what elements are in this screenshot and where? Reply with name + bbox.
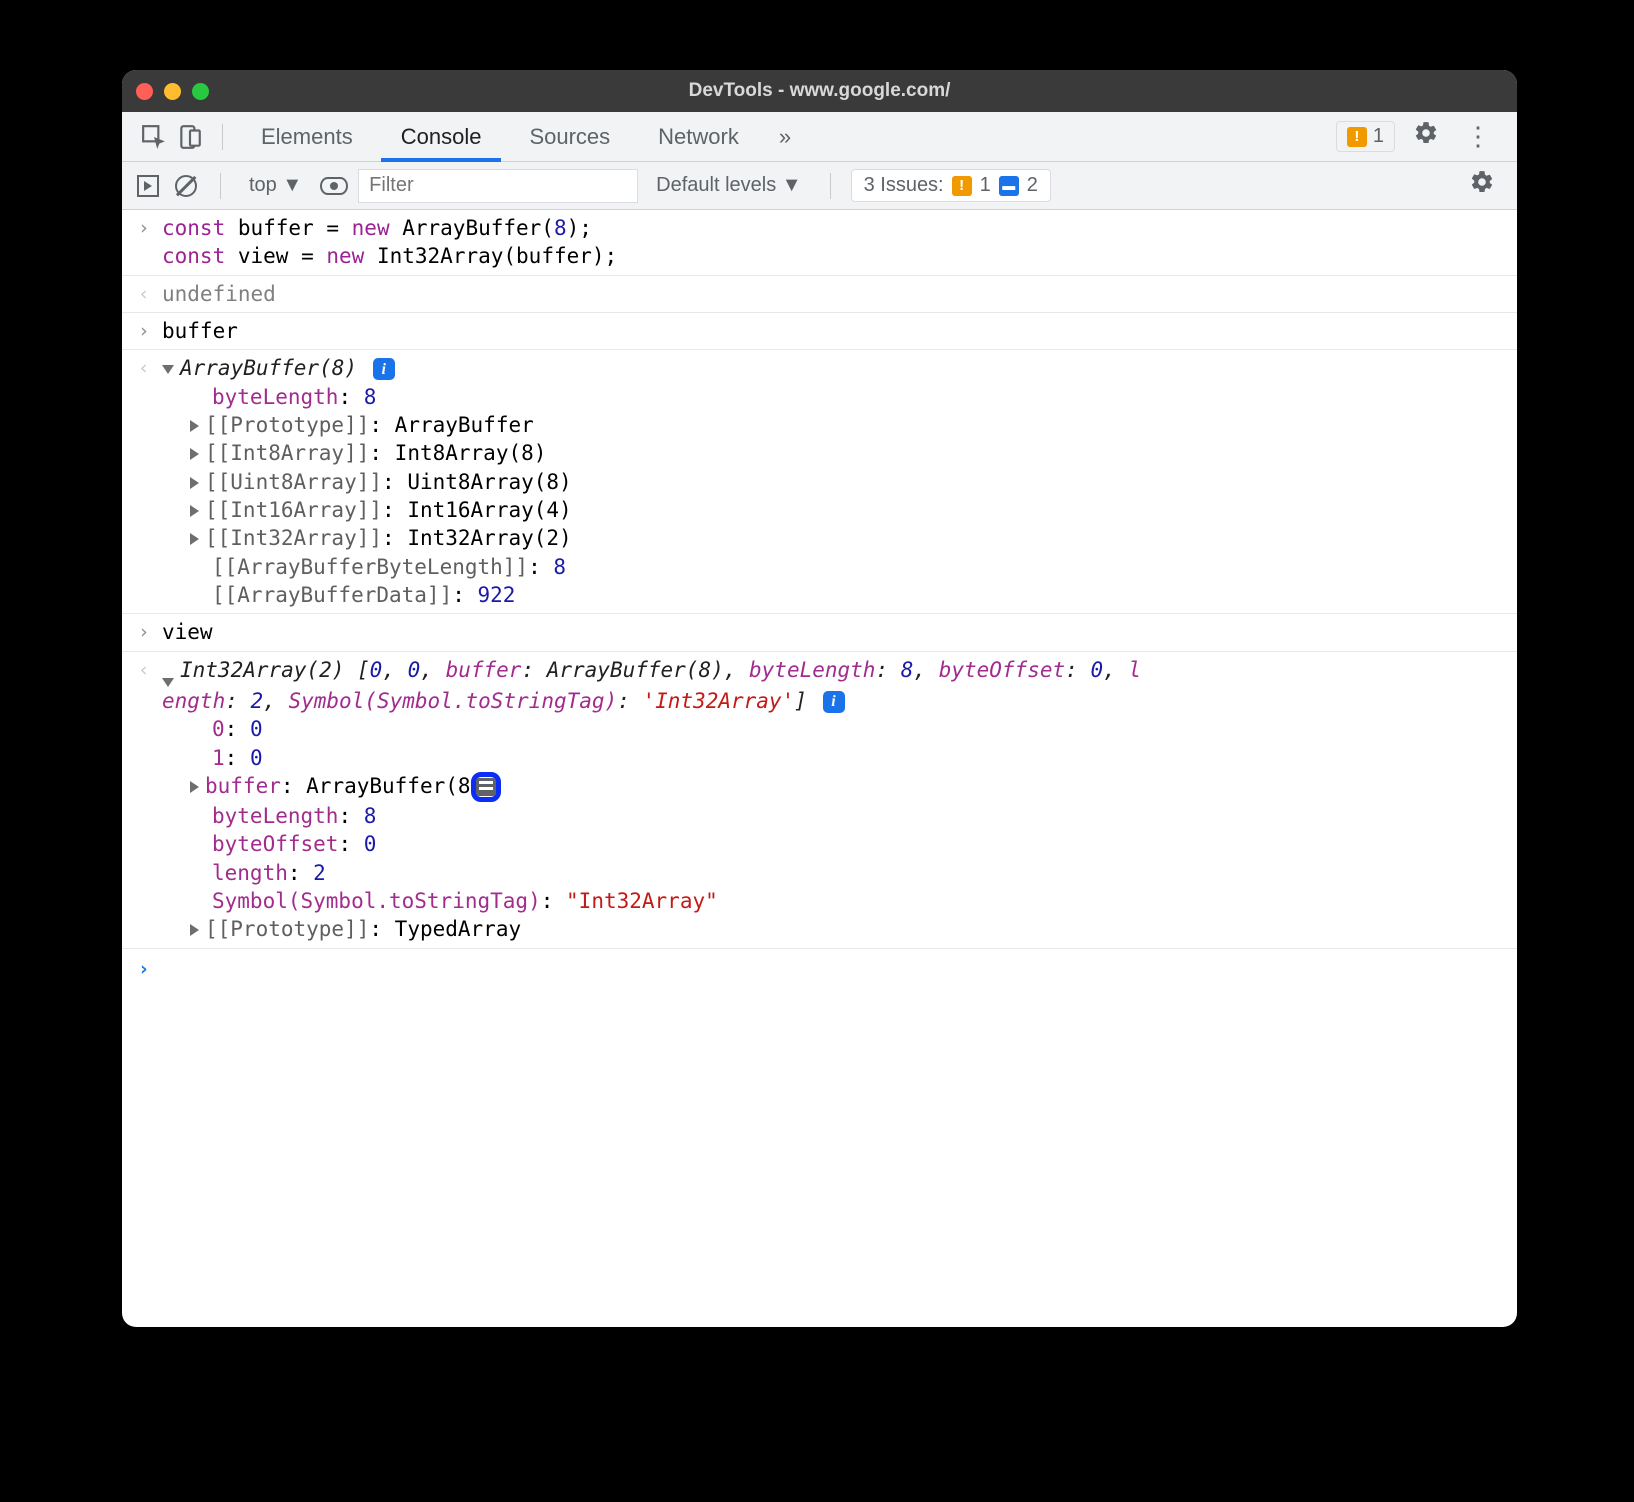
input-chevron-icon: › — [138, 618, 162, 646]
console-output-entry: ‹ ArrayBuffer(8) i byteLength: 8 [[Proto… — [122, 350, 1517, 614]
traffic-lights — [136, 83, 209, 100]
maximize-window-button[interactable] — [192, 83, 209, 100]
more-tabs-button[interactable]: » — [767, 124, 803, 150]
tab-elements[interactable]: Elements — [241, 112, 373, 162]
expand-toggle-icon[interactable] — [190, 448, 199, 460]
expand-toggle-icon[interactable] — [190, 924, 199, 936]
toggle-device-icon[interactable] — [176, 123, 204, 151]
expand-toggle-icon[interactable] — [190, 781, 199, 793]
tab-console[interactable]: Console — [381, 112, 502, 162]
prompt-chevron-icon: › — [138, 955, 162, 983]
separator — [220, 173, 221, 199]
settings-icon[interactable] — [1403, 120, 1449, 153]
console-settings-icon[interactable] — [1459, 169, 1505, 202]
toggle-sidebar-icon[interactable] — [134, 172, 162, 200]
code-line: const view = new Int32Array(buffer); — [162, 242, 1509, 270]
console-input-entry: › const buffer = new ArrayBuffer(8); con… — [122, 210, 1517, 276]
issues-button[interactable]: 3 Issues: ! 1 ▬ 2 — [851, 169, 1051, 202]
output-chevron-icon: ‹ — [138, 354, 162, 609]
context-selector[interactable]: top ▼ — [241, 174, 310, 197]
object-property: 0: 0 — [162, 715, 1509, 743]
minimize-window-button[interactable] — [164, 83, 181, 100]
object-property[interactable]: [[Prototype]]: TypedArray — [162, 915, 1509, 943]
code-line: view — [162, 618, 1509, 646]
object-property: 1: 0 — [162, 744, 1509, 772]
expand-toggle-icon[interactable] — [162, 365, 174, 374]
object-property[interactable]: buffer: ArrayBuffer(8 — [162, 772, 1509, 802]
inspect-element-icon[interactable] — [140, 123, 168, 151]
tab-network[interactable]: Network — [638, 112, 759, 162]
expand-toggle-icon[interactable] — [190, 420, 199, 432]
object-property[interactable]: [[Prototype]]: ArrayBuffer — [162, 411, 1509, 439]
object-property[interactable]: [[Int32Array]]: Int32Array(2) — [162, 524, 1509, 552]
object-property: [[ArrayBufferData]]: 922 — [162, 581, 1509, 609]
titlebar: DevTools - www.google.com/ — [122, 70, 1517, 112]
output-chevron-icon: ‹ — [138, 280, 162, 308]
filter-input[interactable] — [358, 169, 638, 203]
object-property: byteLength: 8 — [162, 802, 1509, 830]
object-property: byteOffset: 0 — [162, 830, 1509, 858]
warnings-badge[interactable]: ! 1 — [1336, 121, 1395, 152]
issues-warn-count: 1 — [980, 174, 991, 197]
expand-toggle-icon[interactable] — [190, 477, 199, 489]
console-output: › const buffer = new ArrayBuffer(8); con… — [122, 210, 1517, 988]
output-chevron-icon: ‹ — [138, 656, 162, 944]
close-window-button[interactable] — [136, 83, 153, 100]
memory-inspector-icon[interactable] — [471, 772, 501, 802]
console-output-entry: ‹ undefined — [122, 276, 1517, 313]
warning-icon: ! — [952, 176, 972, 196]
log-levels-selector[interactable]: Default levels ▼ — [648, 174, 809, 197]
object-property[interactable]: [[Int8Array]]: Int8Array(8) — [162, 439, 1509, 467]
input-chevron-icon: › — [138, 214, 162, 271]
object-header[interactable]: Int32Array(2) [0, 0, buffer: ArrayBuffer… — [162, 656, 1509, 715]
object-property: [[ArrayBufferByteLength]]: 8 — [162, 553, 1509, 581]
undefined-value: undefined — [162, 282, 276, 306]
object-property[interactable]: [[Int16Array]]: Int16Array(4) — [162, 496, 1509, 524]
warn-count: 1 — [1373, 125, 1384, 148]
info-badge-icon[interactable]: i — [823, 691, 845, 713]
expand-toggle-icon[interactable] — [190, 533, 199, 545]
issues-label: 3 Issues: — [864, 174, 944, 197]
issues-info-count: 2 — [1027, 174, 1038, 197]
object-property: Symbol(Symbol.toStringTag): "Int32Array" — [162, 887, 1509, 915]
window-title: DevTools - www.google.com/ — [689, 80, 951, 102]
clear-console-icon[interactable] — [172, 172, 200, 200]
expand-toggle-icon[interactable] — [190, 505, 199, 517]
object-property: byteLength: 8 — [162, 383, 1509, 411]
code-line: buffer — [162, 317, 1509, 345]
input-chevron-icon: › — [138, 317, 162, 345]
separator — [830, 173, 831, 199]
info-icon: ▬ — [999, 176, 1019, 196]
separator — [222, 124, 223, 150]
expand-toggle-icon[interactable] — [162, 678, 174, 687]
console-input-entry: › view — [122, 614, 1517, 651]
console-prompt[interactable]: › — [122, 949, 1517, 989]
devtools-window: DevTools - www.google.com/ Elements Cons… — [122, 70, 1517, 1327]
console-toolbar: top ▼ Default levels ▼ 3 Issues: ! 1 ▬ 2 — [122, 162, 1517, 210]
object-property: length: 2 — [162, 859, 1509, 887]
live-expression-icon[interactable] — [320, 172, 348, 200]
code-line: const buffer = new ArrayBuffer(8); — [162, 214, 1509, 242]
tab-sources[interactable]: Sources — [509, 112, 630, 162]
warning-icon: ! — [1347, 127, 1367, 147]
object-header[interactable]: ArrayBuffer(8) i — [162, 354, 1509, 382]
console-input-entry: › buffer — [122, 313, 1517, 350]
info-badge-icon[interactable]: i — [373, 358, 395, 380]
console-output-entry: ‹ Int32Array(2) [0, 0, buffer: ArrayBuff… — [122, 652, 1517, 949]
kebab-menu-icon[interactable]: ⋮ — [1457, 121, 1499, 152]
object-property[interactable]: [[Uint8Array]]: Uint8Array(8) — [162, 468, 1509, 496]
main-toolbar: Elements Console Sources Network » ! 1 ⋮ — [122, 112, 1517, 162]
